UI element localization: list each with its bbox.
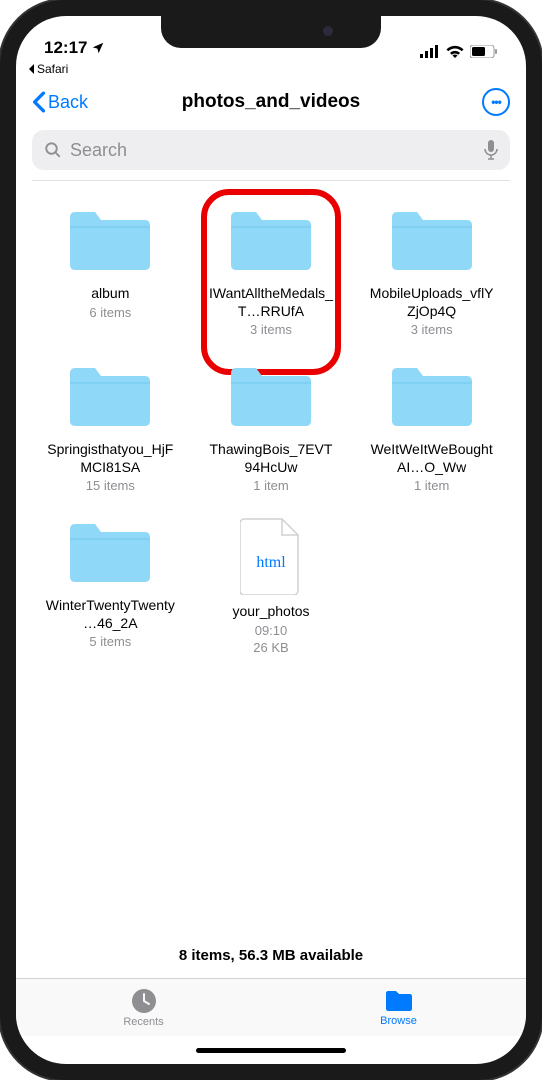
page-title: photos_and_videos — [182, 91, 360, 113]
file-meta: 09:10 — [255, 623, 288, 638]
folder-meta: 5 items — [89, 634, 131, 649]
file-name: your_photos — [232, 603, 309, 621]
tab-recents[interactable]: Recents — [16, 979, 271, 1036]
folder-icon — [388, 361, 476, 431]
file-grid: album 6 items IWantAlltheMedals_T…RRUfA … — [16, 181, 526, 679]
more-button[interactable]: ••• — [482, 88, 510, 116]
folder-item[interactable]: MobileUploads_vflYZjOp4Q 3 items — [357, 205, 506, 337]
svg-text:html: html — [256, 554, 286, 571]
folder-icon — [227, 361, 315, 431]
file-item[interactable]: html your_photos 09:10 26 KB — [197, 517, 346, 655]
folder-item[interactable]: WinterTwentyTwenty…46_2A 5 items — [36, 517, 185, 655]
back-label: Back — [48, 92, 88, 113]
search-icon — [44, 141, 62, 159]
folder-meta: 1 item — [253, 478, 288, 493]
cellular-icon — [420, 45, 440, 58]
chevron-left-icon — [32, 91, 46, 113]
volume-up-button — [0, 230, 1, 300]
mic-icon[interactable] — [484, 140, 498, 160]
search-bar[interactable] — [32, 130, 510, 170]
folder-item[interactable]: WeItWeItWeBoughtAI…O_Ww 1 item — [357, 361, 506, 493]
search-input[interactable] — [70, 140, 476, 161]
folder-meta: 6 items — [89, 305, 131, 320]
folder-name: album — [91, 285, 129, 303]
tab-label: Recents — [123, 1016, 163, 1028]
folder-name: WinterTwentyTwenty…46_2A — [45, 597, 175, 632]
clock-icon — [131, 988, 157, 1014]
folder-name: MobileUploads_vflYZjOp4Q — [367, 285, 497, 320]
folder-meta: 15 items — [86, 478, 135, 493]
back-button[interactable]: Back — [32, 91, 88, 113]
battery-icon — [470, 45, 498, 58]
folder-item[interactable]: Springisthatyou_HjFMCI81SA 15 items — [36, 361, 185, 493]
folder-name: Springisthatyou_HjFMCI81SA — [45, 441, 175, 476]
mute-switch — [0, 160, 1, 200]
folder-tab-icon — [384, 989, 414, 1013]
storage-status: 8 items, 56.3 MB available — [16, 933, 526, 978]
folder-name: WeItWeItWeBoughtAI…O_Ww — [367, 441, 497, 476]
folder-name: ThawingBois_7EVT94HcUw — [206, 441, 336, 476]
folder-meta: 3 items — [411, 322, 453, 337]
folder-meta: 1 item — [414, 478, 449, 493]
ellipsis-icon: ••• — [491, 95, 501, 109]
folder-item[interactable]: album 6 items — [36, 205, 185, 337]
tab-label: Browse — [380, 1015, 417, 1027]
wifi-icon — [446, 45, 464, 58]
app-return-label: Safari — [37, 62, 68, 76]
file-icon: html — [240, 517, 302, 595]
folder-icon — [66, 517, 154, 587]
location-icon — [91, 41, 105, 55]
volume-down-button — [0, 320, 1, 390]
folder-item[interactable]: ThawingBois_7EVT94HcUw 1 item — [197, 361, 346, 493]
home-indicator[interactable] — [16, 1036, 526, 1064]
folder-item[interactable]: IWantAlltheMedals_T…RRUfA 3 items — [197, 205, 346, 337]
tab-browse[interactable]: Browse — [271, 979, 526, 1036]
folder-meta: 3 items — [250, 322, 292, 337]
folder-icon — [227, 205, 315, 275]
screen: 12:17 Safari Back photos_and_videos ••• — [16, 16, 526, 1064]
device-frame: 12:17 Safari Back photos_and_videos ••• — [0, 0, 542, 1080]
nav-bar: Back photos_and_videos ••• — [16, 78, 526, 126]
tab-bar: Recents Browse — [16, 978, 526, 1036]
folder-icon — [66, 205, 154, 275]
status-time: 12:17 — [44, 38, 87, 58]
folder-icon — [388, 205, 476, 275]
folder-name: IWantAlltheMedals_T…RRUfA — [206, 285, 336, 320]
app-return-bar[interactable]: Safari — [16, 60, 526, 78]
caret-left-icon — [28, 64, 35, 74]
folder-icon — [66, 361, 154, 431]
file-size: 26 KB — [253, 640, 288, 655]
notch — [161, 16, 381, 48]
